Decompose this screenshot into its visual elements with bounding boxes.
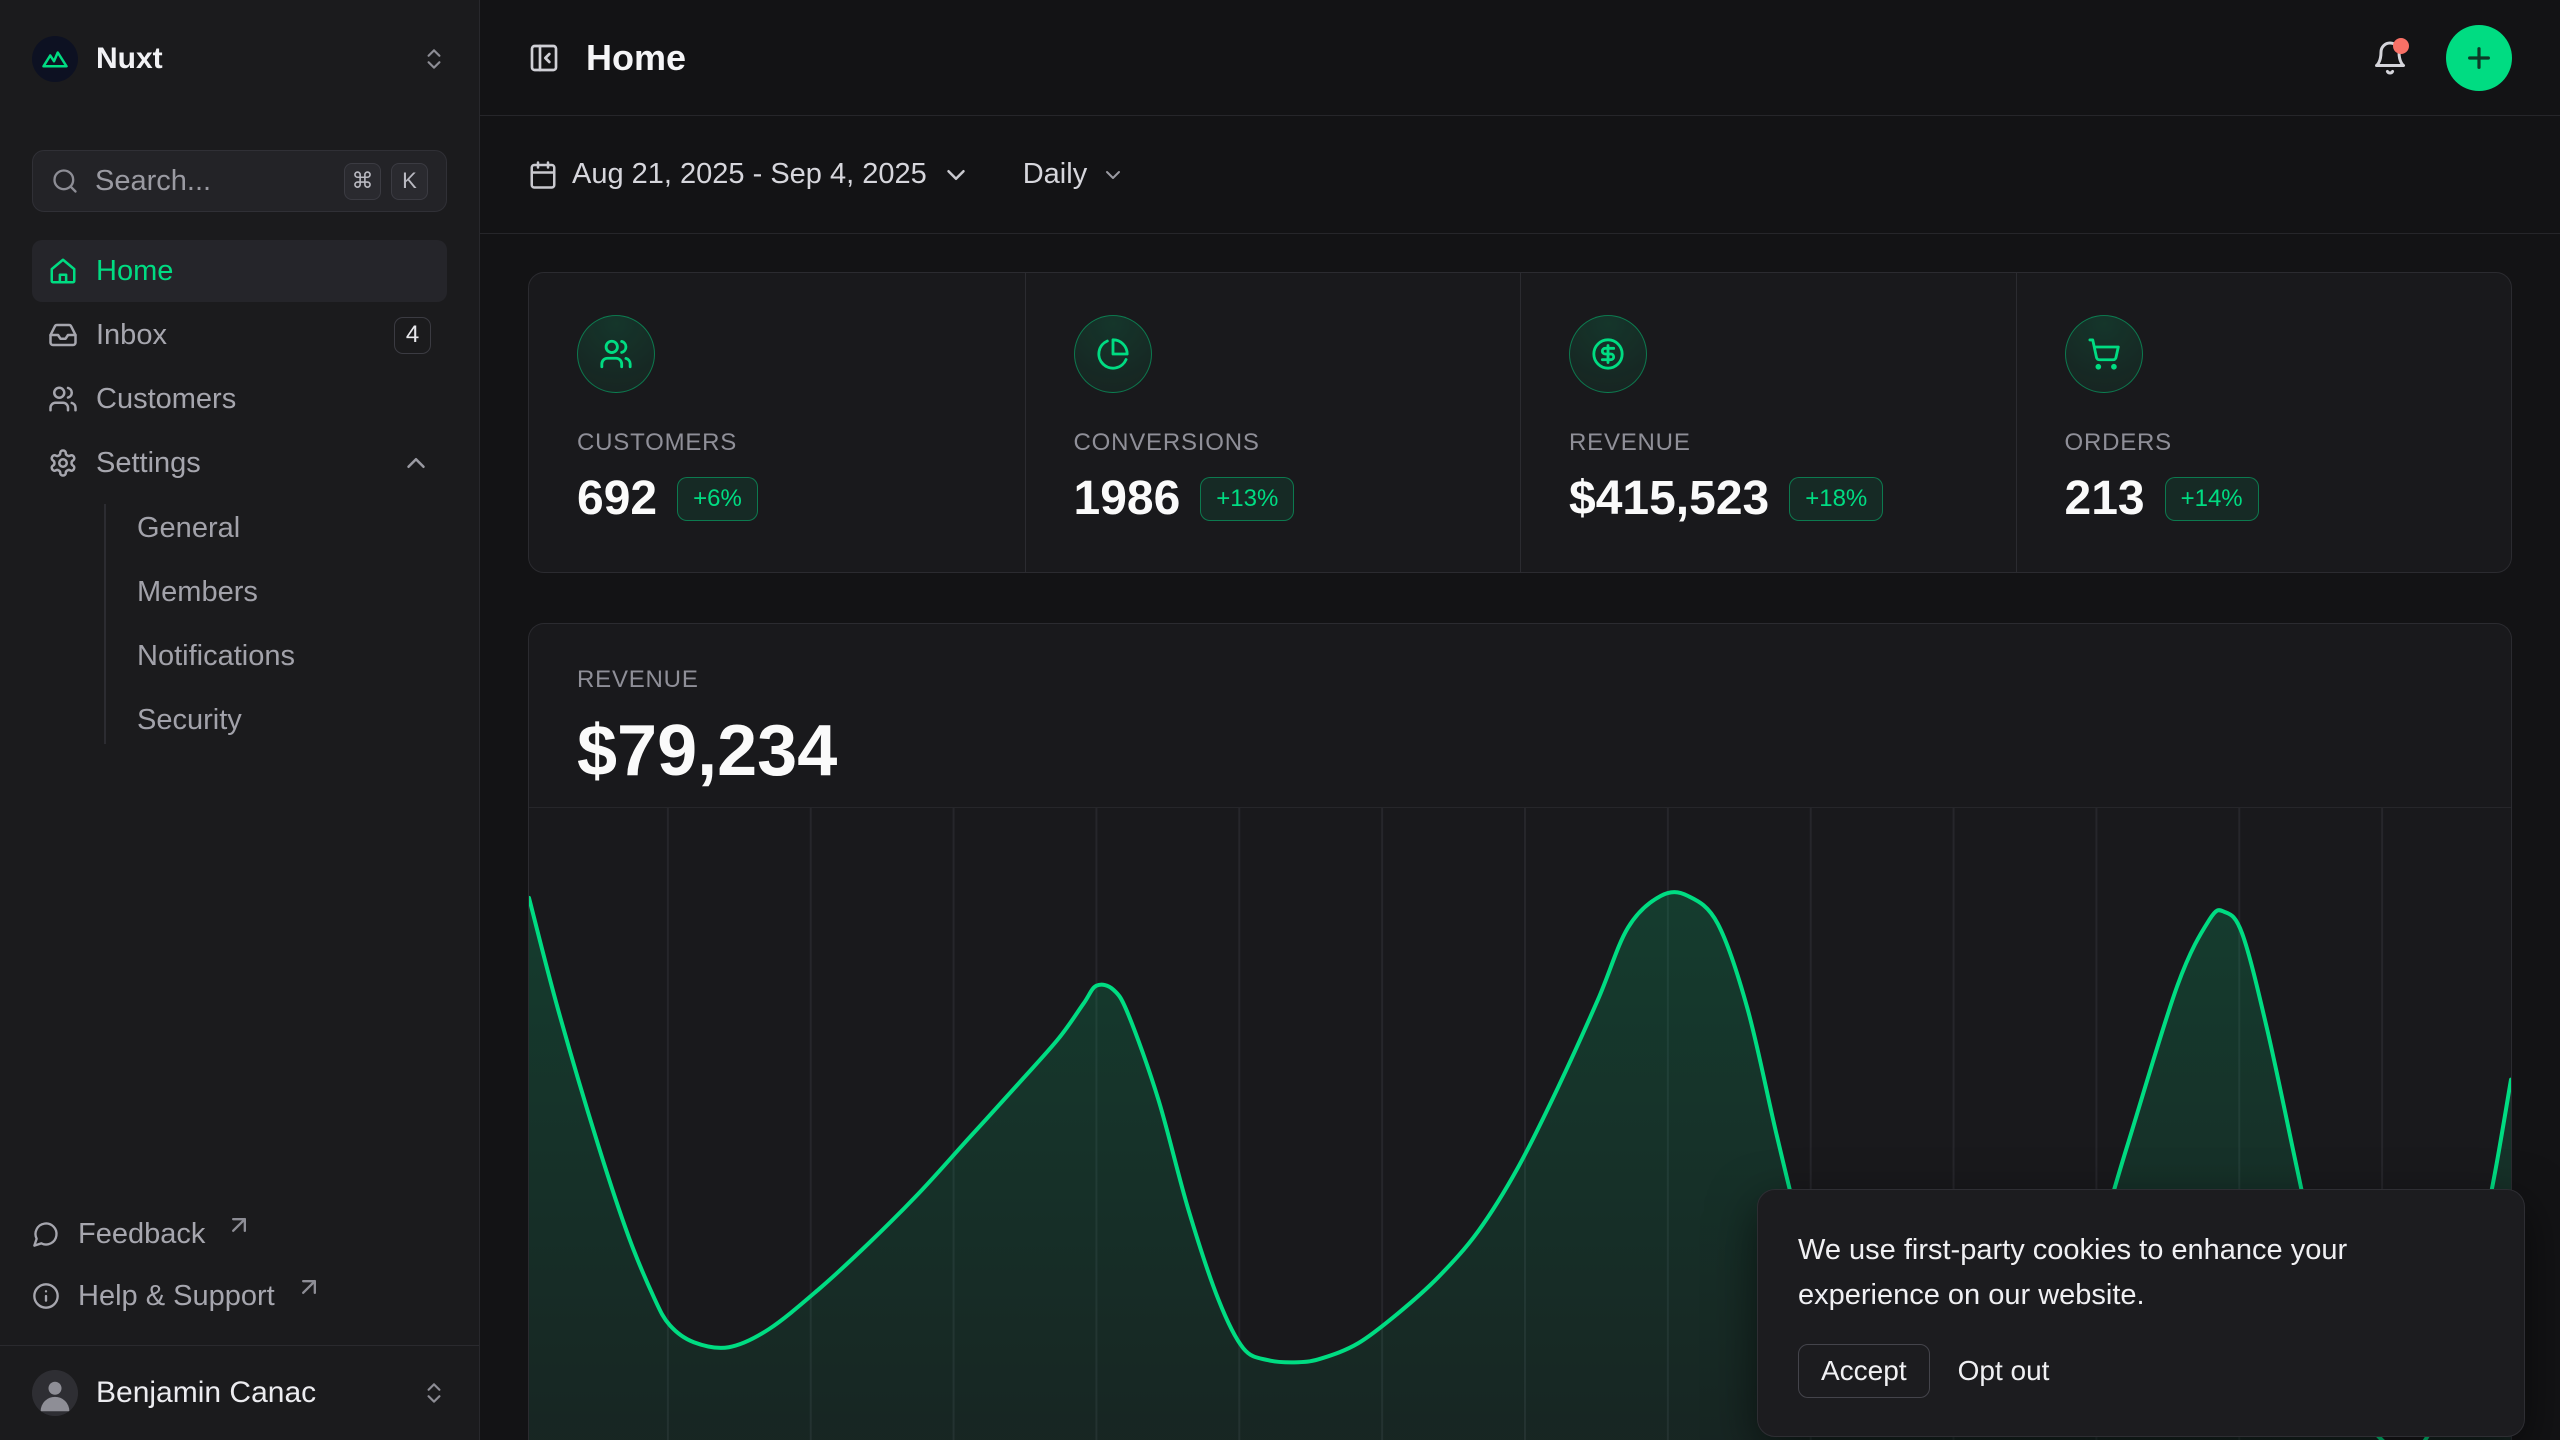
stat-icon-circle <box>577 315 655 393</box>
sidebar-item-label: Inbox <box>96 319 167 352</box>
cookie-actions: Accept Opt out <box>1798 1344 2484 1398</box>
inbox-icon <box>48 320 78 350</box>
circle-dollar-icon <box>1591 337 1625 371</box>
stat-delta-badge: +18% <box>1789 477 1883 521</box>
collapse-sidebar-icon[interactable] <box>528 42 560 74</box>
sidebar-item-label: Home <box>96 255 173 288</box>
revenue-chart-header: REVENUE $79,234 <box>529 624 2511 792</box>
notification-dot <box>2393 38 2409 54</box>
sidebar-footer: Feedback Help & Support <box>0 1203 479 1327</box>
stat-orders[interactable]: ORDERS 213 +14% <box>2016 273 2512 572</box>
revenue-chart-label: REVENUE <box>577 666 2463 694</box>
workspace-selector[interactable]: Nuxt <box>0 0 479 118</box>
sidebar-item-general[interactable]: General <box>32 496 415 560</box>
help-support-label: Help & Support <box>78 1280 275 1313</box>
settings-subnav: General Members Notifications Security <box>32 496 447 752</box>
kbd-k: K <box>391 163 428 200</box>
period-select[interactable]: Daily <box>1023 158 1125 191</box>
external-link-icon <box>295 1273 323 1301</box>
page-header: Home <box>480 0 2560 116</box>
sidebar-item-label: Settings <box>96 447 201 480</box>
sidebar-item-label: Customers <box>96 383 236 416</box>
stat-label: ORDERS <box>2065 429 2464 457</box>
stat-label: REVENUE <box>1569 429 1968 457</box>
subnav-label: Members <box>137 576 258 609</box>
calendar-icon <box>528 160 558 190</box>
stats-row: CUSTOMERS 692 +6% CONVERSIONS 1986 +13% <box>528 272 2512 573</box>
stat-icon-circle <box>1074 315 1152 393</box>
stat-value: 213 <box>2065 471 2145 526</box>
cookie-banner: We use first-party cookies to enhance yo… <box>1757 1189 2525 1437</box>
kbd-meta: ⌘ <box>344 163 381 200</box>
chevrons-up-down-icon <box>421 46 447 72</box>
chevrons-up-down-icon <box>421 1380 447 1406</box>
page-title: Home <box>586 37 686 79</box>
feedback-link[interactable]: Feedback <box>32 1203 447 1265</box>
stat-customers[interactable]: CUSTOMERS 692 +6% <box>529 273 1025 572</box>
inbox-count-badge: 4 <box>394 317 431 354</box>
stat-icon-circle <box>2065 315 2143 393</box>
search-input[interactable] <box>95 165 328 198</box>
users-icon <box>48 384 78 414</box>
header-actions <box>2372 25 2512 91</box>
users-icon <box>599 337 633 371</box>
search-icon <box>51 167 79 195</box>
accept-button[interactable]: Accept <box>1798 1344 1930 1398</box>
sidebar-item-members[interactable]: Members <box>32 560 415 624</box>
avatar <box>32 1370 78 1416</box>
gear-icon <box>48 448 78 478</box>
nuxt-logo-icon <box>32 36 78 82</box>
sidebar-item-security[interactable]: Security <box>32 688 415 752</box>
sidebar-item-customers[interactable]: Customers <box>32 368 447 430</box>
info-icon <box>32 1282 60 1310</box>
stat-icon-circle <box>1569 315 1647 393</box>
filters-toolbar: Aug 21, 2025 - Sep 4, 2025 Daily <box>480 116 2560 234</box>
stat-delta-badge: +6% <box>677 477 758 521</box>
sidebar-item-home[interactable]: Home <box>32 240 447 302</box>
external-link-icon <box>225 1211 253 1239</box>
stat-conversions[interactable]: CONVERSIONS 1986 +13% <box>1025 273 1521 572</box>
feedback-icon <box>32 1220 60 1248</box>
add-button[interactable] <box>2446 25 2512 91</box>
user-name: Benjamin Canac <box>96 1376 316 1410</box>
sidebar-item-inbox[interactable]: Inbox 4 <box>32 304 447 366</box>
period-value: Daily <box>1023 158 1087 191</box>
plus-icon <box>2463 42 2495 74</box>
notifications-button[interactable] <box>2372 40 2408 76</box>
stat-revenue[interactable]: REVENUE $415,523 +18% <box>1520 273 2016 572</box>
user-menu[interactable]: Benjamin Canac <box>0 1346 479 1440</box>
subnav-label: Notifications <box>137 640 295 673</box>
sidebar-item-notifications[interactable]: Notifications <box>32 624 415 688</box>
stat-delta-badge: +13% <box>1200 477 1294 521</box>
help-support-link[interactable]: Help & Support <box>32 1265 447 1327</box>
cookie-message: We use first-party cookies to enhance yo… <box>1798 1228 2438 1318</box>
chevron-down-icon <box>941 160 971 190</box>
stat-label: CONVERSIONS <box>1074 429 1473 457</box>
subnav-label: General <box>137 512 240 545</box>
chevron-down-icon <box>1101 163 1125 187</box>
date-range-value: Aug 21, 2025 - Sep 4, 2025 <box>572 158 927 191</box>
stat-value: 1986 <box>1074 471 1181 526</box>
pie-chart-icon <box>1096 337 1130 371</box>
subnav-label: Security <box>137 704 242 737</box>
search-input-box[interactable]: ⌘ K <box>32 150 447 212</box>
feedback-label: Feedback <box>78 1218 205 1251</box>
opt-out-button[interactable]: Opt out <box>1958 1355 2050 1387</box>
sidebar: Nuxt ⌘ K Home Inbox 4 Customers Settings <box>0 0 480 1440</box>
stat-label: CUSTOMERS <box>577 429 977 457</box>
sidebar-item-settings[interactable]: Settings <box>32 432 447 494</box>
cart-icon <box>2087 337 2121 371</box>
workspace-name: Nuxt <box>96 42 163 76</box>
sidebar-nav: Home Inbox 4 Customers Settings General … <box>0 240 479 752</box>
stat-value: $415,523 <box>1569 471 1769 526</box>
revenue-chart-value: $79,234 <box>577 710 2463 792</box>
chevron-up-icon <box>401 448 431 478</box>
stat-delta-badge: +14% <box>2165 477 2259 521</box>
date-range-picker[interactable]: Aug 21, 2025 - Sep 4, 2025 <box>528 158 971 191</box>
home-icon <box>48 256 78 286</box>
stat-value: 692 <box>577 471 657 526</box>
